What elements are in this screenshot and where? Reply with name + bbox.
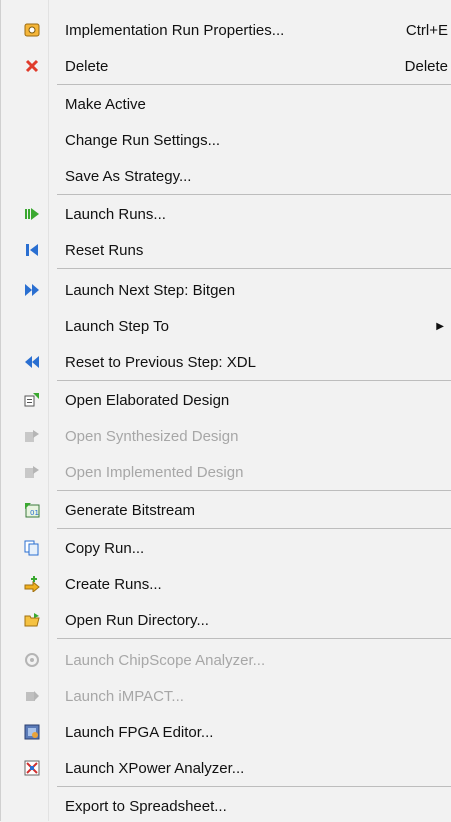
menu-item-run-properties[interactable]: Implementation Run Properties... Ctrl+E [1,14,451,46]
delete-x-icon [23,57,41,75]
menu-item-delete[interactable]: Delete Delete [1,50,451,82]
menu-item-label: Reset to Previous Step: XDL [65,353,256,371]
menu-item-label: Make Active [65,95,146,113]
menu-separator [57,528,451,529]
menu-item-label: Open Run Directory... [65,611,209,629]
generate-bitstream-icon: 01 [23,501,41,519]
open-elaborated-design-icon [23,391,41,409]
menu-item-create-runs[interactable]: Create Runs... [1,568,451,600]
menu-item-launch-fpga-editor[interactable]: Launch FPGA Editor... [1,716,451,748]
shortcut-label: Ctrl+E [405,21,448,39]
menu-item-label: Launch Runs... [65,205,166,223]
menu-item-launch-runs[interactable]: Launch Runs... [1,198,451,230]
menu-item-generate-bitstream[interactable]: 01 Generate Bitstream [1,494,451,526]
menu-item-label: Launch Step To [65,317,169,335]
menu-item-label: Change Run Settings... [65,131,221,149]
menu-separator [57,268,451,269]
menu-item-label: Reset Runs [65,241,144,259]
menu-separator [57,786,451,787]
menu-item-copy-run[interactable]: Copy Run... [1,532,451,564]
launch-next-step-icon [23,281,41,299]
menu-item-label: Launch ChipScope Analyzer... [65,651,266,669]
menu-separator [57,638,451,639]
menu-item-launch-impact[interactable]: Launch iMPACT... [1,680,451,712]
impact-icon [23,687,41,705]
menu-item-open-synthesized-design[interactable]: Open Synthesized Design [1,420,451,452]
menu-item-label: Open Elaborated Design [65,391,230,409]
menu-item-reset-previous-step[interactable]: Reset to Previous Step: XDL [1,346,451,378]
reset-previous-step-icon [23,353,41,371]
menu-item-make-active[interactable]: Make Active [1,88,451,120]
menu-item-save-as-strategy[interactable]: Save As Strategy... [1,160,451,192]
context-menu: Implementation Run Properties... Ctrl+E … [0,0,451,821]
reset-runs-icon [23,241,41,259]
menu-item-open-implemented-design[interactable]: Open Implemented Design [1,456,451,488]
menu-item-reset-runs[interactable]: Reset Runs [1,234,451,266]
menu-separator [57,490,451,491]
menu-item-open-elaborated-design[interactable]: Open Elaborated Design [1,384,451,416]
menu-separator [57,380,451,381]
svg-text:01: 01 [30,509,39,517]
menu-item-label: Delete [65,57,109,75]
menu-item-label: Copy Run... [65,539,145,557]
menu-item-export-spreadsheet[interactable]: Export to Spreadsheet... [1,790,451,822]
copy-run-icon [23,539,41,557]
menu-item-label: Create Runs... [65,575,162,593]
open-folder-icon [23,611,41,629]
menu-item-label: Save As Strategy... [65,167,192,185]
menu-item-launch-step-to[interactable]: Launch Step To ▶ [1,310,451,342]
open-implemented-design-icon [23,463,41,481]
shortcut-label: Delete [404,57,448,75]
menu-item-label: Open Synthesized Design [65,427,239,445]
menu-item-label: Launch Next Step: Bitgen [65,281,236,299]
properties-icon [23,21,41,39]
menu-item-label: Export to Spreadsheet... [65,797,227,815]
create-runs-icon [23,575,41,593]
menu-item-launch-next-step[interactable]: Launch Next Step: Bitgen [1,274,451,306]
menu-item-label: Launch FPGA Editor... [65,723,214,741]
menu-item-label: Generate Bitstream [65,501,196,519]
menu-item-launch-xpower[interactable]: Launch XPower Analyzer... [1,752,451,784]
menu-item-label: Open Implemented Design [65,463,244,481]
open-synthesized-design-icon [23,427,41,445]
launch-runs-icon [23,205,41,223]
menu-separator [57,194,451,195]
menu-item-launch-chipscope[interactable]: Launch ChipScope Analyzer... [1,644,451,676]
xpower-icon [23,759,41,777]
menu-item-change-run-settings[interactable]: Change Run Settings... [1,124,451,156]
menu-item-label: Launch iMPACT... [65,687,184,705]
menu-item-label: Implementation Run Properties... [65,21,285,39]
fpga-editor-icon [23,723,41,741]
menu-separator [57,84,451,85]
chipscope-icon [23,651,41,669]
menu-item-label: Launch XPower Analyzer... [65,759,245,777]
menu-item-open-run-directory[interactable]: Open Run Directory... [1,604,451,636]
submenu-arrow-icon: ▶ [436,320,444,332]
